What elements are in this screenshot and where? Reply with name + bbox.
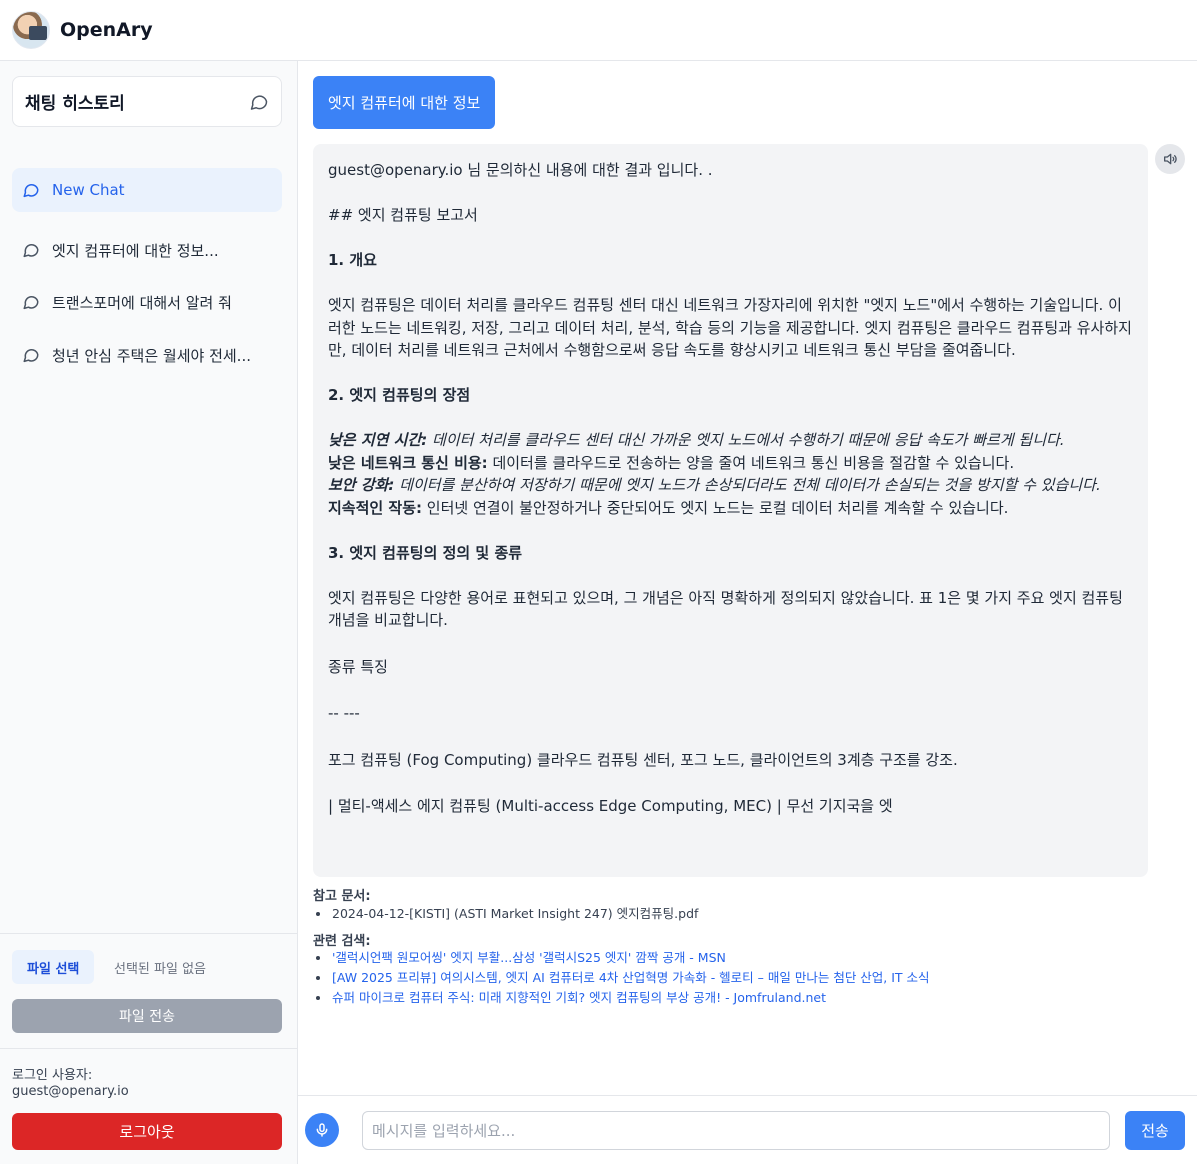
- chat-bubble-icon: [22, 346, 40, 364]
- related-search-list: '갤럭시언팩 원모어씽' 엣지 부활...삼성 '갤럭시S25 엣지' 깜짝 공…: [313, 948, 930, 1008]
- user-avatar[interactable]: [12, 11, 50, 49]
- sidebar-item-transformer[interactable]: 트랜스포머에 대해서 알려 줘: [12, 280, 282, 324]
- advantage-label: 보안 강화:: [328, 476, 395, 494]
- user-message-bubble: 엣지 컴퓨터에 대한 정보: [313, 76, 496, 129]
- file-send-button[interactable]: 파일 전송: [12, 999, 282, 1033]
- answer-advantage-3: 보안 강화: 데이터를 분산하여 저장하기 때문에 엣지 노드가 손상되더라도 …: [328, 474, 1133, 497]
- advantage-text: 인터넷 연결이 불안정하거나 중단되어도 엣지 노드는 로컬 데이터 처리를 계…: [422, 498, 1009, 517]
- answer-section-2-title: 2. 엣지 컴퓨팅의 장점: [328, 386, 471, 404]
- message-input-bar: 전송: [298, 1095, 1197, 1164]
- answer-report-title: ## 엣지 컴퓨팅 보고서: [328, 206, 478, 224]
- answer-table-row: 포그 컴퓨팅 (Fog Computing) 클라우드 컴퓨팅 센터, 포그 노…: [328, 750, 958, 769]
- answer-table-row: | 멀티-액세스 에지 컴퓨팅 (Multi-access Edge Compu…: [328, 797, 893, 815]
- login-label: 로그인 사용자:: [12, 1068, 93, 1083]
- microphone-button[interactable]: [305, 1113, 339, 1147]
- answer-table-separator: -- ---: [328, 704, 360, 722]
- chat-history-header: 채팅 히스토리: [12, 76, 282, 127]
- new-chat-bubble-icon[interactable]: [249, 92, 269, 112]
- sidebar-divider: [0, 1048, 297, 1049]
- sidebar-item-label: 트랜스포머에 대해서 알려 줘: [52, 293, 232, 312]
- sidebar-item-label: 청년 안심 주택은 월세야 전세...: [52, 346, 251, 365]
- advantage-label: 낮은 지연 시간:: [328, 431, 428, 449]
- related-search-link[interactable]: '갤럭시언팩 원모어씽' 엣지 부활...삼성 '갤럭시S25 엣지' 깜짝 공…: [313, 948, 930, 968]
- sidebar-item-label: 엣지 컴퓨터에 대한 정보...: [52, 241, 219, 260]
- chat-history-title: 채팅 히스토리: [25, 94, 125, 114]
- related-search-link[interactable]: [AW 2025 프리뷰] 여의시스템, 엣지 AI 컴퓨터로 4차 산업혁명 …: [313, 968, 930, 988]
- chat-bubble-icon: [22, 293, 40, 311]
- answer-section-1-title: 1. 개요: [328, 251, 377, 269]
- logout-button[interactable]: 로그아웃: [12, 1113, 282, 1150]
- app-header: OpenAry: [0, 0, 1197, 61]
- sidebar: 채팅 히스토리 New Chat 엣지 컴퓨터에 대한 정보... 트랜스포머에…: [0, 61, 298, 1164]
- sidebar-item-edge-computer[interactable]: 엣지 컴퓨터에 대한 정보...: [12, 228, 282, 272]
- references-list: 2024-04-12-[KISTI] (ASTI Market Insight …: [313, 904, 698, 924]
- sidebar-item-youth-housing[interactable]: 청년 안심 주택은 월세야 전세...: [12, 333, 282, 377]
- answer-advantage-4: 지속적인 작동: 인터넷 연결이 불안정하거나 중단되어도 엣지 노드는 로컬 …: [328, 497, 1133, 520]
- sidebar-item-new-chat[interactable]: New Chat: [12, 168, 282, 212]
- message-input[interactable]: [362, 1111, 1110, 1150]
- sidebar-divider: [0, 933, 297, 934]
- assistant-answer-bubble: guest@openary.io 님 문의하신 내용에 대한 결과 입니다. .…: [313, 144, 1148, 877]
- app-title: OpenAry: [60, 19, 153, 41]
- advantage-text: 데이터 처리를 클라우드 센터 대신 가까운 엣지 노드에서 수행하기 때문에 …: [427, 431, 1065, 449]
- related-search-link[interactable]: 슈퍼 마이크로 컴퓨터 주식: 미래 지향적인 기회? 엣지 컴퓨팅의 부상 공…: [313, 988, 930, 1008]
- microphone-icon: [314, 1122, 330, 1138]
- send-button[interactable]: 전송: [1125, 1111, 1185, 1150]
- related-search-title: 관련 검색:: [313, 934, 371, 949]
- login-user-email: guest@openary.io: [12, 1084, 129, 1099]
- answer-section-3-title: 3. 엣지 컴퓨팅의 정의 및 종류: [328, 543, 523, 562]
- advantage-text: 데이터를 클라우드로 전송하는 양을 줄여 네트워크 통신 비용을 절감할 수 …: [487, 453, 1015, 472]
- chat-bubble-icon: [22, 241, 40, 259]
- references-title: 참고 문서:: [313, 889, 371, 904]
- answer-section-1-body: 엣지 컴퓨팅은 데이터 처리를 클라우드 컴퓨팅 센터 대신 네트워크 가장자리…: [328, 296, 1132, 359]
- advantage-label: 지속적인 작동:: [328, 498, 423, 517]
- chat-bubble-icon: [22, 181, 40, 199]
- file-select-button[interactable]: 파일 선택: [12, 950, 95, 984]
- conversation-panel: 엣지 컴퓨터에 대한 정보 guest@openary.io 님 문의하신 내용…: [298, 61, 1197, 1095]
- answer-section-3-body: 엣지 컴퓨팅은 다양한 용어로 표현되고 있으며, 그 개념은 아직 명확하게 …: [328, 588, 1123, 630]
- sidebar-item-label: New Chat: [52, 181, 125, 199]
- advantage-label: 낮은 네트워크 통신 비용:: [328, 453, 488, 472]
- answer-table-header: 종류 특징: [328, 657, 388, 676]
- answer-intro: guest@openary.io 님 문의하신 내용에 대한 결과 입니다. .: [328, 161, 713, 179]
- reference-item: 2024-04-12-[KISTI] (ASTI Market Insight …: [313, 904, 698, 924]
- answer-advantage-2: 낮은 네트워크 통신 비용: 데이터를 클라우드로 전송하는 양을 줄여 네트워…: [328, 452, 1133, 475]
- answer-advantage-1: 낮은 지연 시간: 데이터 처리를 클라우드 센터 대신 가까운 엣지 노드에서…: [328, 429, 1133, 452]
- speaker-icon[interactable]: [1155, 144, 1185, 174]
- advantage-text: 데이터를 분산하여 저장하기 때문에 엣지 노드가 손상되더라도 전체 데이터가…: [394, 476, 1101, 494]
- file-status-text: 선택된 파일 없음: [114, 962, 206, 977]
